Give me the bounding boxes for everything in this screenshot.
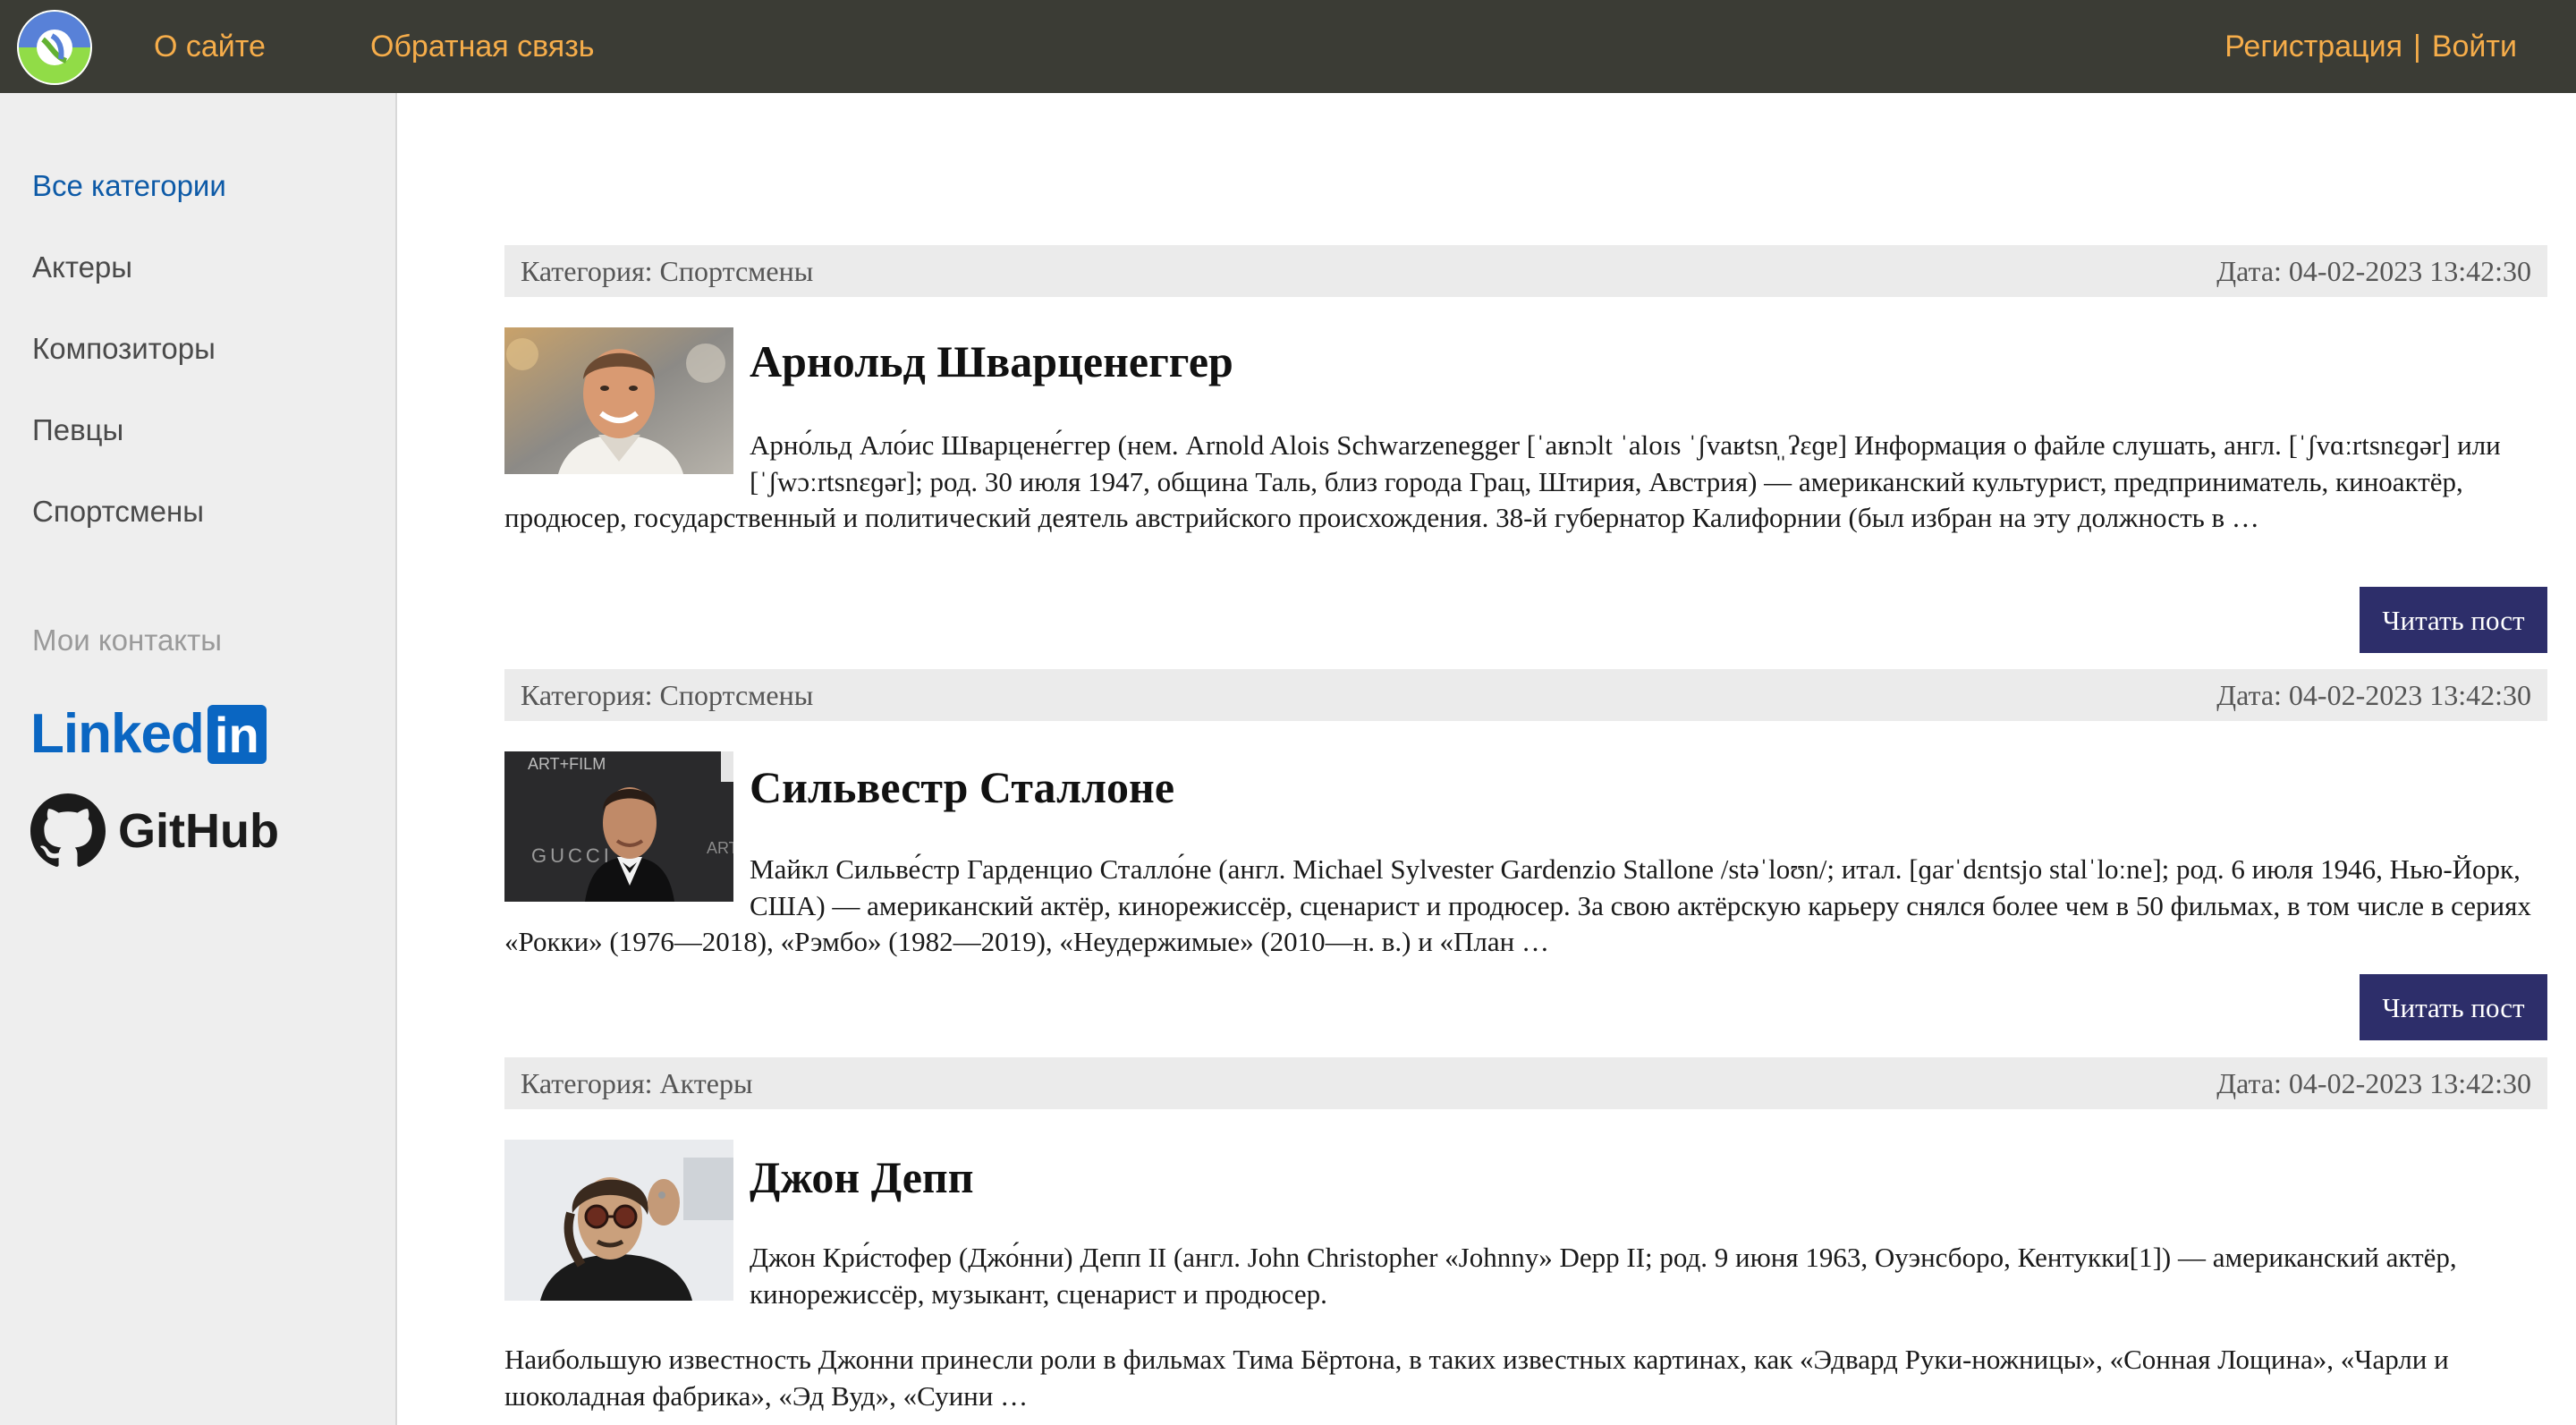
nav-about-link[interactable]: О сайте [154, 25, 266, 68]
read-post-button[interactable]: Читать пост [2360, 587, 2547, 653]
post-category: Категория: Спортсмены [521, 255, 814, 287]
post-excerpt: Арно́льд Ало́ис Шварцене́ггер (нем. Arno… [504, 428, 2547, 537]
post-date: Дата: 04-02-2023 13:42:30 [2216, 679, 2531, 711]
linkedin-text: Linked [30, 703, 205, 765]
github-logo-icon[interactable]: GitHub [30, 793, 279, 869]
post-title[interactable]: Джон Депп [750, 1150, 974, 1204]
linkedin-logo-icon[interactable]: Linked in [30, 703, 267, 766]
post-excerpt: Джон Кри́стофер (Джо́нни) Депп II (англ.… [750, 1240, 2547, 1312]
read-post-button[interactable]: Читать пост [2360, 974, 2547, 1040]
nav-feedback-link[interactable]: Обратная связь [370, 25, 595, 68]
register-link[interactable]: Регистрация [2224, 30, 2402, 64]
sidebar-item-composers[interactable]: Композиторы [32, 329, 216, 369]
photo-backdrop-text: ART+FILM [528, 755, 606, 773]
clojure-logo-icon[interactable] [16, 9, 93, 86]
post-excerpt-continued: Наибольшую известность Джонни принесли р… [504, 1342, 2547, 1414]
github-text: GitHub [118, 804, 279, 858]
image-float-spacer [504, 428, 750, 479]
post-excerpt-text: Арно́льд Ало́ис Шварцене́ггер (нем. Arno… [504, 429, 2501, 533]
post-excerpt-text: Майкл Сильве́стр Гарденцио Сталло́не (ан… [504, 853, 2531, 957]
post-meta-bar: Категория: Спортсмены Дата: 04-02-2023 1… [504, 669, 2547, 721]
sidebar: Все категории Актеры Композиторы Певцы С… [0, 93, 397, 1425]
depp-portrait-photo [504, 1140, 733, 1301]
sidebar-item-actors[interactable]: Актеры [32, 248, 132, 287]
post-title[interactable]: Сильвестр Сталлоне [750, 760, 1174, 814]
post-date: Дата: 04-02-2023 13:42:30 [2216, 255, 2531, 287]
contacts-title: Мои контакты [32, 623, 222, 657]
image-float-spacer [504, 852, 750, 903]
post-meta-bar: Категория: Актеры Дата: 04-02-2023 13:42… [504, 1057, 2547, 1109]
post-title[interactable]: Арнольд Шварценеггер [750, 335, 1233, 388]
post-meta-bar: Категория: Спортсмены Дата: 04-02-2023 1… [504, 245, 2547, 297]
post-excerpt: Майкл Сильве́стр Гарденцио Сталло́не (ан… [504, 852, 2547, 961]
auth-links: Регистрация | Войти [2224, 25, 2517, 68]
sidebar-item-athletes[interactable]: Спортсмены [32, 492, 204, 531]
post-excerpt-text: Джон Кри́стофер (Джо́нни) Депп II (англ.… [750, 1242, 2457, 1310]
top-navbar: О сайте Обратная связь Регистрация | Войти [0, 0, 2576, 93]
nav-separator: | [2413, 30, 2421, 64]
sidebar-item-all-categories[interactable]: Все категории [32, 166, 226, 206]
post-category: Категория: Актеры [521, 1067, 753, 1099]
post-category: Категория: Спортсмены [521, 679, 814, 711]
post-excerpt-text-2: Наибольшую известность Джонни принесли р… [504, 1344, 2449, 1412]
linkedin-in-box: in [207, 705, 267, 764]
sidebar-item-singers[interactable]: Певцы [32, 411, 123, 450]
github-octocat-icon [30, 793, 106, 867]
login-link[interactable]: Войти [2432, 30, 2517, 64]
post-date: Дата: 04-02-2023 13:42:30 [2216, 1067, 2531, 1099]
